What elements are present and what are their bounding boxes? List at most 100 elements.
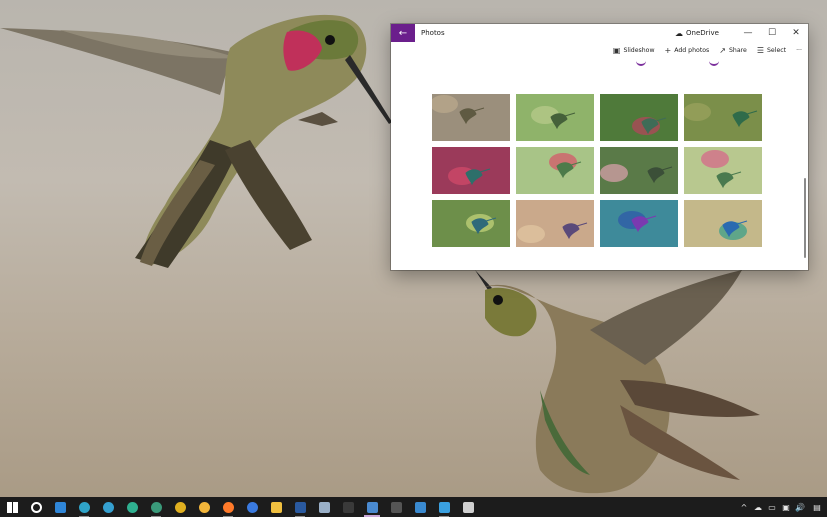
slideshow-label: Slideshow xyxy=(623,46,655,54)
hummingbird-photo-image xyxy=(516,147,594,194)
onedrive-status[interactable]: ☁ OneDrive xyxy=(675,24,719,42)
command-bar: ▣ Slideshow + Add photos ↗ Share ☰ Selec… xyxy=(391,42,808,58)
photo-thumbnail[interactable] xyxy=(516,200,594,247)
close-button[interactable]: ✕ xyxy=(784,24,808,42)
select-icon: ☰ xyxy=(756,45,764,55)
edge-beta-icon xyxy=(102,501,114,513)
slideshow-button[interactable]: ▣ Slideshow xyxy=(613,46,655,55)
taskbar-chrome-canary-button[interactable] xyxy=(192,497,216,517)
edge-icon xyxy=(78,501,90,513)
taskbar-chrome-button[interactable] xyxy=(168,497,192,517)
hummingbird-photo-image xyxy=(600,94,678,141)
wallpaper-hummingbird-left xyxy=(0,14,392,268)
more-button[interactable]: ··· xyxy=(796,47,802,54)
tray-battery-icon[interactable]: ▭ xyxy=(765,497,779,517)
photo-thumbnail[interactable] xyxy=(432,94,510,141)
share-icon: ↗ xyxy=(719,45,726,55)
wallpaper-hummingbird-right xyxy=(475,270,760,494)
photo-thumbnail[interactable] xyxy=(600,94,678,141)
photo-thumbnail[interactable] xyxy=(684,200,762,247)
hummingbird-photo-image xyxy=(516,200,594,247)
taskbar-edge-beta-button[interactable] xyxy=(96,497,120,517)
taskbar-remote-desktop-button[interactable] xyxy=(432,497,456,517)
photo-content-area[interactable] xyxy=(391,60,808,270)
tray-network-icon[interactable]: ▣ xyxy=(779,497,793,517)
app-title: Photos xyxy=(421,29,445,37)
photo-thumbnail[interactable] xyxy=(516,94,594,141)
taskbar-terminal-button[interactable] xyxy=(336,497,360,517)
cloud-icon: ☁ xyxy=(675,28,683,38)
plus-icon: + xyxy=(664,45,672,55)
slideshow-icon: ▣ xyxy=(612,45,621,55)
peek-indicator-left xyxy=(636,60,646,66)
photo-thumbnail[interactable] xyxy=(432,147,510,194)
system-tray: ^ ☁ ▭ ▣ 🔊 ▤ xyxy=(737,497,827,517)
tray-onedrive-icon[interactable]: ☁ xyxy=(751,497,765,517)
photos-window[interactable]: ← Photos ☁ OneDrive — ☐ ✕ ▣ Slideshow + … xyxy=(391,24,808,270)
hummingbird-photo-image xyxy=(432,94,510,141)
firefox-icon xyxy=(222,501,234,513)
phone-icon xyxy=(54,501,66,513)
taskbar-edge-button[interactable] xyxy=(72,497,96,517)
taskbar-photos-button[interactable] xyxy=(360,497,384,517)
taskbar-edge-dev-button[interactable] xyxy=(120,497,144,517)
taskbar-firefox-button[interactable] xyxy=(216,497,240,517)
photo-grid xyxy=(432,94,768,247)
hummingbird-photo-image xyxy=(432,200,510,247)
remote-desktop-icon xyxy=(438,501,450,513)
terminal-icon xyxy=(342,501,354,513)
peek-indicator-right xyxy=(709,60,719,66)
taskbar-notepad-button[interactable] xyxy=(312,497,336,517)
select-label: Select xyxy=(767,46,787,54)
hummingbird-photo-image xyxy=(432,147,510,194)
taskbar-onedrive-app-button[interactable] xyxy=(408,497,432,517)
maximize-button[interactable]: ☐ xyxy=(760,24,784,42)
taskbar-apps xyxy=(0,497,480,517)
notepad-icon xyxy=(318,501,330,513)
photo-thumbnail[interactable] xyxy=(432,200,510,247)
start-icon xyxy=(6,501,18,513)
notification-icon[interactable]: ▤ xyxy=(807,497,827,517)
onedrive-app-icon xyxy=(414,501,426,513)
hummingbird-photo-image xyxy=(600,147,678,194)
hummingbird-photo-image xyxy=(684,147,762,194)
chrome-canary-icon xyxy=(198,501,210,513)
onedrive-label: OneDrive xyxy=(686,29,719,37)
photo-thumbnail[interactable] xyxy=(516,147,594,194)
taskbar-file-explorer-button[interactable] xyxy=(264,497,288,517)
taskbar-powershell-button[interactable] xyxy=(288,497,312,517)
photo-thumbnail[interactable] xyxy=(600,200,678,247)
photos-icon xyxy=(366,501,378,513)
taskbar: ^ ☁ ▭ ▣ 🔊 ▤ xyxy=(0,497,827,517)
photo-thumbnail[interactable] xyxy=(600,147,678,194)
tray-volume-icon[interactable]: 🔊 xyxy=(793,497,807,517)
minimize-button[interactable]: — xyxy=(736,24,760,42)
taskbar-cmd-button[interactable] xyxy=(384,497,408,517)
taskbar-firefox-dev-button[interactable] xyxy=(240,497,264,517)
settings-icon xyxy=(30,501,42,513)
taskbar-phone-button[interactable] xyxy=(48,497,72,517)
add-photos-button[interactable]: + Add photos xyxy=(665,46,710,55)
firefox-dev-icon xyxy=(246,501,258,513)
taskbar-edge-canary-button[interactable] xyxy=(144,497,168,517)
chrome-icon xyxy=(174,501,186,513)
hummingbird-photo-image xyxy=(600,200,678,247)
share-button[interactable]: ↗ Share xyxy=(719,46,747,55)
more-icon: ··· xyxy=(796,46,802,54)
taskbar-settings-button[interactable] xyxy=(24,497,48,517)
hummingbird-photo-image xyxy=(684,94,762,141)
taskbar-store-button[interactable] xyxy=(456,497,480,517)
store-icon xyxy=(462,501,474,513)
tray-overflow-icon[interactable]: ^ xyxy=(737,497,751,517)
cmd-icon xyxy=(390,501,402,513)
back-button[interactable]: ← xyxy=(391,24,415,42)
taskbar-start-button[interactable] xyxy=(0,497,24,517)
file-explorer-icon xyxy=(270,501,282,513)
photo-thumbnail[interactable] xyxy=(684,147,762,194)
edge-canary-icon xyxy=(150,501,162,513)
scrollbar[interactable] xyxy=(804,178,806,258)
titlebar[interactable]: ← Photos ☁ OneDrive — ☐ ✕ xyxy=(391,24,808,42)
photo-thumbnail[interactable] xyxy=(684,94,762,141)
select-button[interactable]: ☰ Select xyxy=(757,46,786,55)
add-photos-label: Add photos xyxy=(674,46,710,54)
